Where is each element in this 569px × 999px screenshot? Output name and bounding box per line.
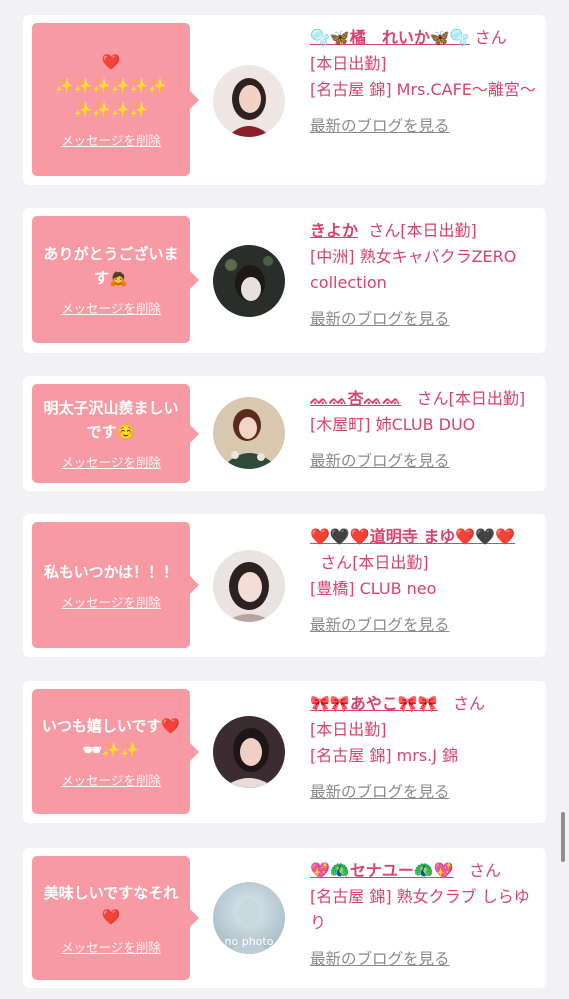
message-card: 美味しいですなそれ❤️ メッセージを削除 no photo 💖🦚セナユー🦚💖 さ… bbox=[23, 848, 546, 988]
avatar[interactable] bbox=[213, 716, 285, 788]
honorific: さん bbox=[452, 694, 485, 713]
message-text: いつも嬉しいです❤️🕶✨✨ bbox=[41, 717, 181, 759]
message-card: ありがとうございます🙇 メッセージを削除 きよか さん[本日出勤] [中洲] 熟… bbox=[23, 208, 546, 353]
message-card: 明太子沢山羨ましいです☺️ メッセージを削除 ᨐᨐ杏ᨐᨐ さん[本日出勤] [木… bbox=[23, 376, 546, 491]
honorific: さん bbox=[468, 861, 501, 880]
cast-name-link[interactable]: 💖🦚セナユー🦚💖 bbox=[310, 861, 454, 880]
status-text: [本日出勤] bbox=[352, 553, 429, 572]
delete-message-link[interactable]: メッセージを削除 bbox=[61, 937, 161, 956]
message-text: 美味しいですなそれ❤️ bbox=[43, 883, 179, 926]
honorific: さん bbox=[368, 221, 401, 240]
avatar[interactable] bbox=[213, 65, 285, 137]
message-text: 私もいつかは！！！ bbox=[43, 562, 179, 581]
delete-message-link[interactable]: メッセージを削除 bbox=[61, 770, 161, 789]
delete-message-link[interactable]: メッセージを削除 bbox=[61, 592, 161, 611]
status-text: [本日出勤] bbox=[400, 221, 477, 240]
latest-blog-link[interactable]: 最新のブログを見る bbox=[310, 612, 450, 638]
shop-text: [名古屋 錦] Mrs.CAFE～離宮～ bbox=[310, 80, 536, 99]
message-card: いつも嬉しいです❤️🕶✨✨ メッセージを削除 🎀🎀あやこ🎀🎀 さん [本日出勤]… bbox=[23, 681, 546, 823]
shop-text: [木屋町] 姉CLUB DUO bbox=[310, 415, 476, 434]
cast-name-link[interactable]: ᨐᨐ杏ᨐᨐ bbox=[310, 389, 401, 408]
status-text: [本日出勤] bbox=[448, 389, 526, 408]
cast-info: 💖🦚セナユー🦚💖 さん [名古屋 錦] 熟女クラブ しらゆり 最新のブログを見る bbox=[310, 858, 540, 972]
shop-text: [名古屋 錦] 熟女クラブ しらゆり bbox=[310, 887, 530, 932]
scrollbar[interactable] bbox=[561, 812, 565, 862]
message-text: 明太子沢山羨ましいです☺️ bbox=[43, 399, 179, 441]
shop-text: [豊橋] CLUB neo bbox=[310, 579, 437, 598]
avatar[interactable] bbox=[213, 397, 285, 469]
cast-info: ❤️🖤❤️道明寺 まゆ❤️🖤❤️ さん[本日出勤] [豊橋] CLUB neo … bbox=[310, 524, 540, 638]
message-text: ❤️ ✨✨✨✨✨✨ ✨✨✨✨ bbox=[54, 53, 168, 119]
cast-name-link[interactable]: きよか bbox=[310, 221, 358, 240]
delete-message-link[interactable]: メッセージを削除 bbox=[61, 298, 161, 317]
latest-blog-link[interactable]: 最新のブログを見る bbox=[310, 779, 450, 805]
avatar[interactable] bbox=[213, 245, 285, 317]
cast-name-link[interactable]: ❤️🖤❤️道明寺 まゆ❤️🖤❤️ bbox=[310, 527, 515, 546]
honorific: さん bbox=[416, 389, 449, 408]
delete-message-link[interactable]: メッセージを削除 bbox=[61, 130, 161, 149]
cast-info: きよか さん[本日出勤] [中洲] 熟女キャバクラZERO collection… bbox=[310, 218, 540, 332]
honorific: さん bbox=[474, 28, 507, 47]
latest-blog-link[interactable]: 最新のブログを見る bbox=[310, 946, 450, 972]
cast-info: ᨐᨐ杏ᨐᨐ さん[本日出勤] [木屋町] 姉CLUB DUO 最新のブログを見る bbox=[310, 386, 540, 474]
shop-text: [名古屋 錦] mrs.J 錦 bbox=[310, 746, 459, 765]
cast-info: 🫧🦋橘 れいか🦋🫧 さん [本日出勤] [名古屋 錦] Mrs.CAFE～離宮～… bbox=[310, 25, 540, 139]
message-bubble: ❤️ ✨✨✨✨✨✨ ✨✨✨✨ メッセージを削除 bbox=[32, 23, 199, 176]
cast-name-link[interactable]: 🎀🎀あやこ🎀🎀 bbox=[310, 694, 438, 713]
latest-blog-link[interactable]: 最新のブログを見る bbox=[310, 448, 450, 474]
message-bubble: 明太子沢山羨ましいです☺️ メッセージを削除 bbox=[32, 384, 199, 483]
no-photo-label: no photo bbox=[225, 935, 274, 948]
message-text: ありがとうございます🙇 bbox=[43, 245, 179, 287]
cast-name-link[interactable]: 🫧🦋橘 れいか🦋🫧 bbox=[310, 28, 470, 47]
message-bubble: 美味しいですなそれ❤️ メッセージを削除 bbox=[32, 856, 199, 980]
shop-text: [中洲] 熟女キャバクラZERO collection bbox=[310, 247, 517, 292]
message-bubble: 私もいつかは！！！ メッセージを削除 bbox=[32, 522, 199, 648]
cast-info: 🎀🎀あやこ🎀🎀 さん [本日出勤] [名古屋 錦] mrs.J 錦 最新のブログ… bbox=[310, 691, 540, 805]
latest-blog-link[interactable]: 最新のブログを見る bbox=[310, 113, 450, 139]
latest-blog-link[interactable]: 最新のブログを見る bbox=[310, 306, 450, 332]
message-card: ❤️ ✨✨✨✨✨✨ ✨✨✨✨ メッセージを削除 🫧🦋橘 れいか🦋🫧 さん [本日… bbox=[23, 15, 546, 185]
delete-message-link[interactable]: メッセージを削除 bbox=[61, 452, 161, 471]
status-text: [本日出勤] bbox=[310, 720, 387, 739]
status-text: [本日出勤] bbox=[310, 54, 387, 73]
honorific: さん bbox=[320, 553, 353, 572]
avatar[interactable] bbox=[213, 550, 285, 622]
message-bubble: ありがとうございます🙇 メッセージを削除 bbox=[32, 216, 199, 343]
avatar[interactable]: no photo bbox=[213, 882, 285, 954]
message-bubble: いつも嬉しいです❤️🕶✨✨ メッセージを削除 bbox=[32, 689, 199, 814]
message-card: 私もいつかは！！！ メッセージを削除 ❤️🖤❤️道明寺 まゆ❤️🖤❤️ さん[本… bbox=[23, 514, 546, 657]
